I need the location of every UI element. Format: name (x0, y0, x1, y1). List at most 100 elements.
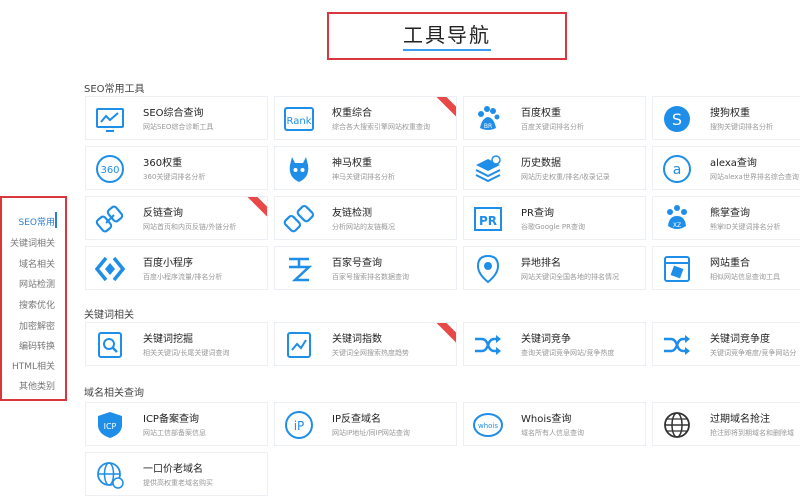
tool-card[interactable]: 百家号查询 百家号搜索排名数据查询 (274, 246, 457, 290)
backlink-icon (94, 203, 126, 235)
tool-desc: 网站SEO综合诊断工具 (143, 123, 214, 131)
keyword-dig-icon (94, 329, 126, 361)
svg-text:iP: iP (294, 419, 305, 433)
tool-card[interactable]: 过期域名抢注 抢注即将到期域名和删除域 (652, 402, 800, 446)
tool-card[interactable]: 异地排名网站关键词全国各地的排名情况 (463, 246, 646, 290)
tool-desc: 查询关键词竞争网站/竞争热度 (521, 349, 615, 357)
tool-name: alexa查询 (710, 158, 757, 169)
svg-text:BR: BR (484, 123, 492, 130)
baijiahao-icon (283, 253, 315, 285)
tool-desc: 抢注即将到期域名和删除域 (710, 429, 794, 437)
sidebar-nav: SEO常用 关键词相关 域名相关 网站检测 搜索优化 加密解密 编码转换 HTM… (0, 196, 67, 401)
tool-card[interactable]: 关键词竞争查询关键词竞争网站/竞争热度 (463, 322, 646, 366)
tool-card[interactable]: whois Whois查询 域名所有人信息查询 (463, 402, 646, 446)
tool-desc: 网站关键词全国各地的排名情况 (521, 273, 619, 281)
history-layers-icon (472, 153, 504, 185)
tool-name: 神马权重 (332, 158, 372, 169)
tool-card[interactable]: 百度小程序 百度小程序流量/排名分析 (85, 246, 268, 290)
360-icon: 360 (94, 153, 126, 185)
section-title-keyword: 关键词相关 (84, 310, 134, 321)
tool-card[interactable]: 360 360权重 360关键词排名分析 (85, 146, 268, 190)
whois-icon: whois (472, 409, 504, 441)
tool-card[interactable]: 友链检测 分析网站的友链概况 (274, 196, 457, 240)
tool-name: 友链检测 (332, 208, 372, 219)
page-title: 工具导航 (403, 24, 491, 51)
svg-text:PR: PR (479, 214, 497, 228)
tool-desc: 网站历史权重/排名/收录记录 (521, 173, 610, 181)
sidebar-item-encrypt[interactable]: 加密解密 (19, 319, 55, 332)
tool-desc: 相关关键词/长尾关键词查询 (143, 349, 230, 357)
tool-name: 百度权重 (521, 108, 561, 119)
sidebar-item-html[interactable]: HTML相关 (12, 359, 55, 372)
tool-name: 一口价老域名 (143, 464, 203, 475)
svg-text:ICP: ICP (104, 422, 117, 431)
tool-card[interactable]: BR 百度权重百度关键词排名分析 (463, 96, 646, 140)
tool-desc: 综合各大搜索引擎网站权重查询 (332, 123, 430, 131)
tool-desc: 网站IP地址/同IP网站查询 (332, 429, 410, 437)
tool-desc: 提供高权重老域名购买 (143, 479, 213, 487)
tool-card[interactable]: 网站重合相似网站信息查询工具 (652, 246, 800, 290)
sidebar-item-seo[interactable]: SEO常用 (19, 215, 55, 228)
tool-name: 熊掌查询 (710, 208, 750, 219)
sidebar-item-domain[interactable]: 域名相关 (19, 257, 55, 270)
tool-card[interactable]: 一口价老域名提供高权重老域名购买 (85, 452, 268, 496)
tool-card[interactable]: 神马权重神马关键词排名分析 (274, 146, 457, 190)
sogou-icon: S (661, 103, 693, 135)
tool-card[interactable]: a alexa查询网站alexa世界排名综合查询 (652, 146, 800, 190)
tool-card[interactable]: iP IP反查域名网站IP地址/同IP网站查询 (274, 402, 457, 446)
tool-card[interactable]: SEO综合查询 网站SEO综合诊断工具 (85, 96, 268, 140)
svg-text:360: 360 (100, 165, 119, 176)
tool-name: 网站重合 (710, 258, 750, 269)
tool-card[interactable]: 历史数据 网站历史权重/排名/收录记录 (463, 146, 646, 190)
tool-desc: 网站alexa世界排名综合查询 (710, 173, 799, 181)
globe-icon (661, 409, 693, 441)
sidebar-item-site-check[interactable]: 网站检测 (19, 277, 55, 290)
tool-name: 关键词指数 (332, 334, 382, 345)
location-pin-icon (472, 253, 504, 285)
tool-card[interactable]: Rank 权重综合 综合各大搜索引擎网站权重查询 (274, 96, 457, 140)
sidebar-item-search-optimize[interactable]: 搜索优化 (19, 298, 55, 311)
tool-name: IP反查域名 (332, 414, 381, 425)
sidebar-item-keyword[interactable]: 关键词相关 (10, 236, 55, 249)
rank-icon: Rank (283, 103, 315, 135)
section-title-domain: 域名相关查询 (84, 388, 144, 399)
keyword-index-icon (283, 329, 315, 361)
tool-card[interactable]: 关键词指数 关键词全网搜索热度趋势 (274, 322, 457, 366)
tool-card[interactable]: 关键词挖掘相关关键词/长尾关键词查询 (85, 322, 268, 366)
tool-card[interactable]: 反链查询网站首页和内页反链/外链分析 (85, 196, 268, 240)
tool-name: 360权重 (143, 158, 183, 169)
new-ribbon-badge (429, 97, 456, 122)
tool-desc: 相似网站信息查询工具 (710, 273, 780, 281)
tool-card[interactable]: ICP ICP备案查询 网站工信部备案信息 (85, 402, 268, 446)
new-ribbon-badge (240, 197, 267, 222)
baidu-paw-icon: BR (472, 103, 504, 135)
tool-name: 关键词竞争度 (710, 334, 770, 345)
icp-shield-icon: ICP (94, 409, 126, 441)
tool-desc: 神马关键词排名分析 (332, 173, 395, 181)
tool-card[interactable]: 关键词竞争度关键词竞争难度/竞争网站分 (652, 322, 800, 366)
new-ribbon-badge (429, 323, 456, 348)
tool-name: 百度小程序 (143, 258, 193, 269)
tool-name: 反链查询 (143, 208, 183, 219)
baidu-miniapp-icon (94, 253, 126, 285)
tool-desc: 熊掌ID关键词排名分析 (710, 223, 781, 231)
tool-name: 异地排名 (521, 258, 561, 269)
tool-desc: 关键词竞争难度/竞争网站分 (710, 349, 797, 357)
svg-text:XZ: XZ (673, 222, 681, 229)
sidebar-item-other[interactable]: 其他类别 (19, 379, 55, 392)
tool-desc: 网站首页和内页反链/外链分析 (143, 223, 237, 231)
tool-card[interactable]: S 搜狗权重 搜狗关键词排名分析 (652, 96, 800, 140)
tool-desc: 百度关键词排名分析 (521, 123, 584, 131)
shenma-icon (283, 153, 315, 185)
tool-card[interactable]: XZ 熊掌查询熊掌ID关键词排名分析 (652, 196, 800, 240)
tool-name: 关键词竞争 (521, 334, 571, 345)
shuffle-icon (661, 329, 693, 361)
tool-card[interactable]: PR PR查询 谷歌Google PR查询 (463, 196, 646, 240)
tool-name: ICP备案查询 (143, 414, 199, 425)
tool-desc: 搜狗关键词排名分析 (710, 123, 773, 131)
shuffle-icon (472, 329, 504, 361)
alexa-icon: a (661, 153, 693, 185)
sidebar-item-encode[interactable]: 编码转换 (19, 339, 55, 352)
tool-name: 关键词挖掘 (143, 334, 193, 345)
svg-text:a: a (673, 162, 682, 178)
